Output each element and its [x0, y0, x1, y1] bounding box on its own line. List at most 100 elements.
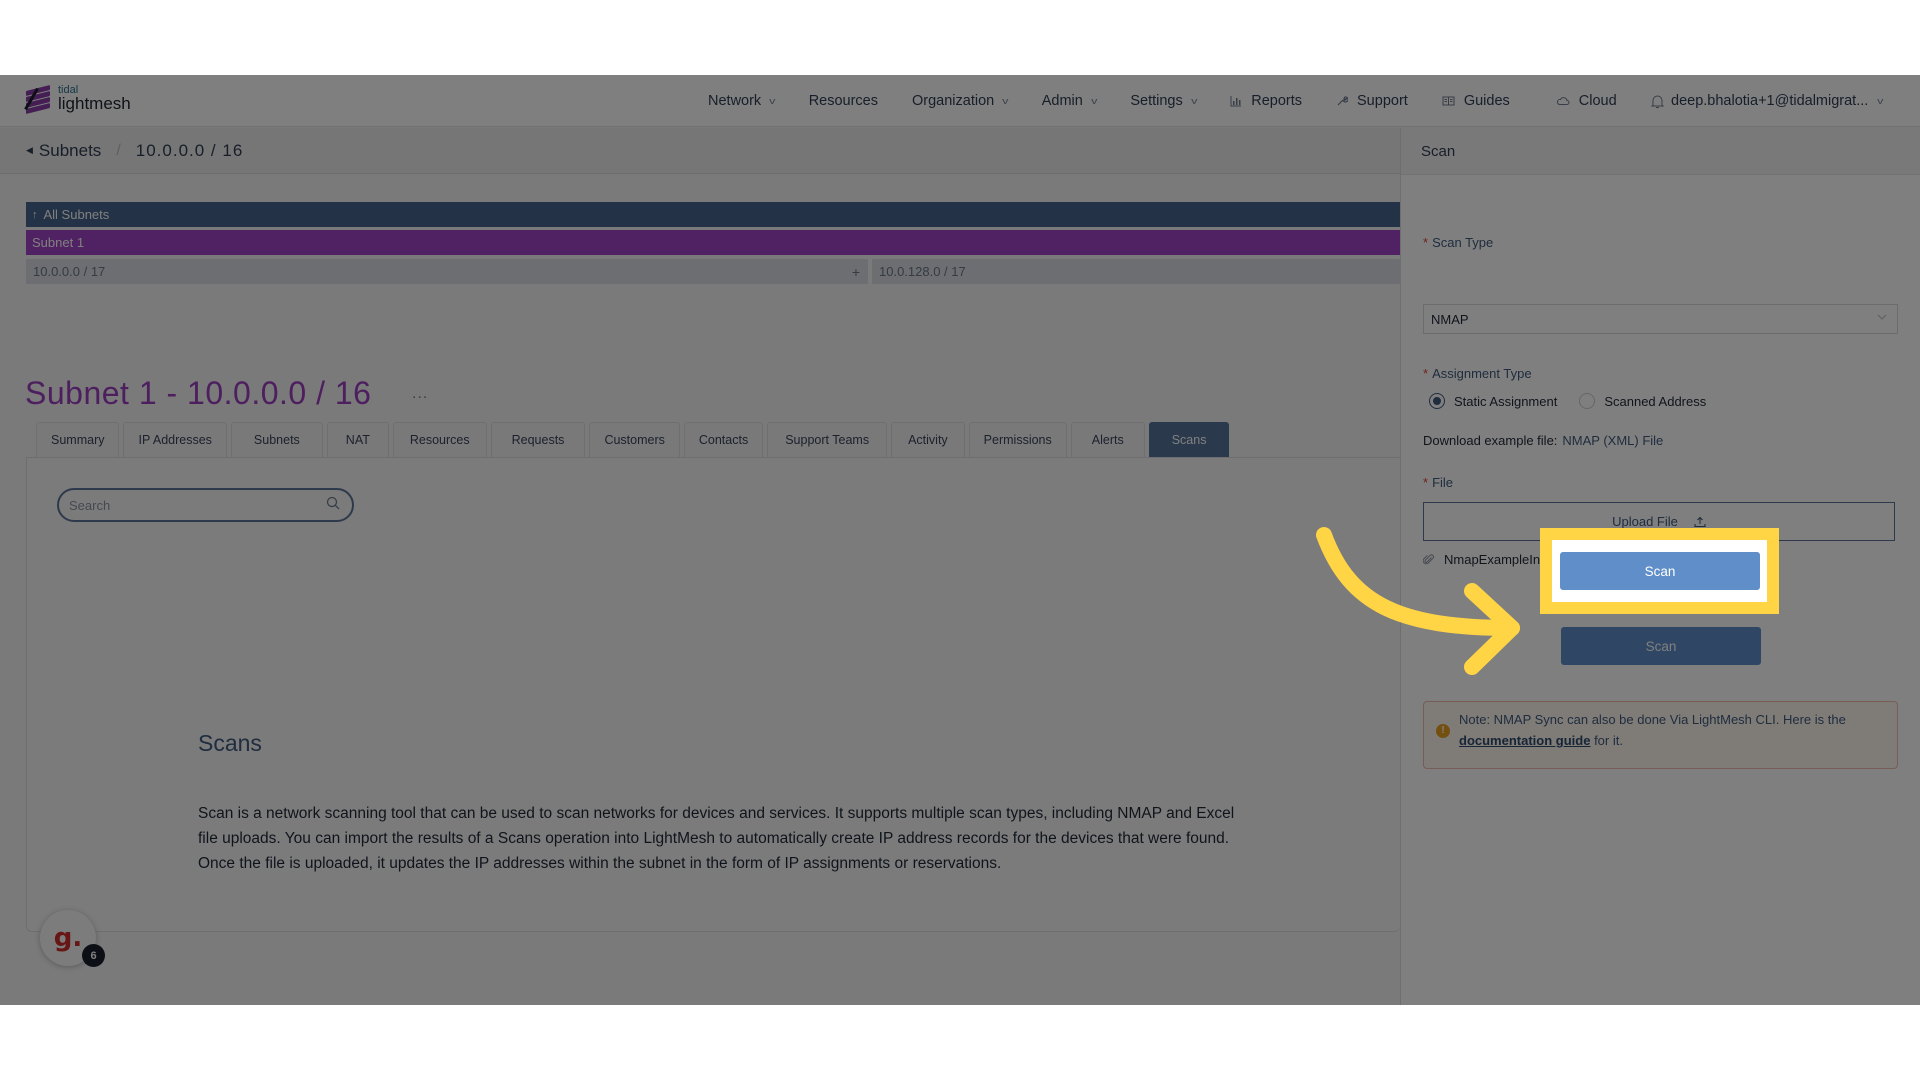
download-example-row: Download example file: NMAP (XML) File	[1423, 433, 1663, 448]
scans-heading: Scans	[198, 730, 262, 756]
nav-menu: Network v Resources Organization v Admin v …	[708, 75, 1698, 127]
bell-icon	[1650, 95, 1664, 108]
tab-customers[interactable]: Customers	[589, 422, 680, 457]
nav-organization-label: Organization	[912, 93, 995, 109]
logo[interactable]: tidal lightmesh	[24, 84, 131, 114]
app-viewport: tidal lightmesh Network v Resources Organ…	[0, 75, 1920, 1005]
caret-left-icon[interactable]: ◀	[26, 145, 33, 156]
file-label: * File	[1423, 475, 1453, 490]
scan-button[interactable]: Scan	[1561, 627, 1761, 665]
logo-text-lightmesh: lightmesh	[58, 94, 131, 113]
assignment-type-label: * Assignment Type	[1423, 366, 1532, 381]
nav-guides[interactable]: Guides	[1442, 93, 1510, 109]
note-suffix: for it.	[1590, 733, 1623, 748]
cli-note-alert: ! Note: NMAP Sync can also be done Via L…	[1423, 701, 1898, 769]
radio-static-assignment-label[interactable]: Static Assignment	[1454, 394, 1557, 409]
tab-resources[interactable]: Resources	[392, 422, 487, 457]
lightmesh-logo-icon	[24, 84, 50, 114]
top-nav: tidal lightmesh Network v Resources Organ…	[0, 75, 1920, 127]
nav-support[interactable]: Support	[1336, 93, 1408, 109]
nav-network-label: Network	[708, 93, 762, 109]
documentation-guide-link[interactable]: documentation guide	[1459, 733, 1590, 748]
all-subnets-bar[interactable]: ↑ All Subnets	[26, 202, 1400, 227]
nav-admin[interactable]: Admin v	[1041, 93, 1098, 109]
scans-card: Scans Scan is a network scanning tool th…	[26, 457, 1400, 932]
download-example-link[interactable]: NMAP (XML) File	[1562, 433, 1663, 448]
highlighted-scan-button[interactable]: Scan	[1560, 552, 1760, 590]
radio-static-assignment[interactable]	[1429, 393, 1445, 409]
tab-subnets[interactable]: Subnets	[230, 422, 323, 457]
tab-scans[interactable]: Scans	[1148, 422, 1230, 457]
scan-panel-title: Scan	[1401, 128, 1920, 175]
scans-description: Scan is a network scanning tool that can…	[198, 805, 1235, 872]
scan-type-select[interactable]: NMAP	[1423, 304, 1898, 334]
scan-type-label: * Scan Type	[1423, 235, 1493, 250]
nav-organization[interactable]: Organization v	[912, 93, 1009, 109]
tab-summary[interactable]: Summary	[36, 422, 120, 457]
breadcrumb: ◀ Subnets / 10.0.0.0 / 16	[0, 128, 1400, 174]
chevron-down-icon: v	[1190, 96, 1198, 106]
radio-scanned-address[interactable]	[1579, 393, 1596, 409]
paperclip-icon	[1423, 553, 1434, 564]
nav-admin-label: Admin	[1041, 93, 1083, 109]
nav-settings-label: Settings	[1130, 93, 1183, 109]
tutorial-highlight-frame: Scan	[1540, 528, 1779, 614]
breadcrumb-separator: /	[116, 141, 121, 159]
tab-contacts[interactable]: Contacts	[683, 422, 764, 457]
warning-icon: !	[1436, 724, 1450, 738]
tab-permissions[interactable]: Permissions	[968, 422, 1067, 457]
nav-guides-label: Guides	[1463, 93, 1510, 109]
arrow-up-icon: ↑	[32, 208, 38, 221]
child-subnet-block[interactable]: 10.0.128.0 / 17	[872, 259, 1400, 284]
breadcrumb-subnets-link[interactable]: Subnets	[39, 141, 101, 161]
nav-cloud[interactable]: Cloud	[1556, 93, 1617, 109]
scan-type-value: NMAP	[1431, 311, 1469, 327]
nav-settings[interactable]: Settings v	[1130, 93, 1198, 109]
tab-nat[interactable]: NAT	[326, 422, 389, 457]
chevron-down-icon: v	[769, 96, 776, 106]
current-subnet-bar[interactable]: Subnet 1	[26, 230, 1400, 255]
nav-resources[interactable]: Resources	[809, 93, 878, 109]
nav-network[interactable]: Network v	[708, 93, 776, 109]
search-box	[57, 488, 354, 522]
more-options-button[interactable]: ...	[412, 385, 428, 403]
search-input[interactable]	[69, 497, 309, 513]
tab-support-teams[interactable]: Support Teams	[767, 422, 888, 457]
tab-requests[interactable]: Requests	[490, 422, 586, 457]
nav-cloud-label: Cloud	[1578, 93, 1617, 109]
tab-ip-addresses[interactable]: IP Addresses	[123, 422, 227, 457]
all-subnets-label: All Subnets	[43, 207, 110, 222]
tutorial-highlight-inner: Scan	[1552, 540, 1767, 602]
user-menu[interactable]: deep.bhalotia+1@tidalmigrat... v	[1671, 75, 1884, 127]
search-icon[interactable]	[326, 496, 340, 510]
note-text: Note: NMAP Sync can also be done Via Lig…	[1459, 712, 1846, 727]
current-subnet-label: Subnet 1	[32, 235, 85, 250]
chevron-down-icon: v	[1002, 96, 1009, 106]
cloud-icon	[1556, 97, 1570, 105]
upload-icon	[1694, 516, 1706, 527]
child-subnet-label: 10.0.0.0 / 17	[33, 264, 106, 279]
required-mark: *	[1423, 235, 1429, 250]
notifications-button[interactable]	[1650, 94, 1664, 109]
tab-alerts[interactable]: Alerts	[1070, 422, 1145, 457]
radio-scanned-address-label[interactable]: Scanned Address	[1604, 394, 1706, 409]
chevron-down-icon: v	[1877, 96, 1884, 106]
bar-chart-icon	[1230, 96, 1242, 107]
nav-support-label: Support	[1357, 93, 1408, 109]
assignment-type-radio-group: Static Assignment Scanned Address	[1429, 393, 1728, 409]
wrench-icon	[1337, 96, 1349, 106]
child-subnet-block[interactable]: 10.0.0.0 / 17 +	[26, 259, 868, 284]
assignment-type-label-text: Assignment Type	[1432, 366, 1532, 381]
download-example-label: Download example file:	[1423, 433, 1558, 448]
notification-count-badge: 6	[82, 944, 105, 967]
breadcrumb-current: 10.0.0.0 / 16	[135, 140, 244, 160]
add-subnet-icon[interactable]: +	[852, 264, 860, 280]
scan-type-label-text: Scan Type	[1432, 235, 1494, 250]
child-subnet-label: 10.0.128.0 / 17	[879, 264, 966, 279]
chevron-down-icon: v	[1090, 96, 1098, 106]
tab-activity[interactable]: Activity	[891, 422, 965, 457]
upload-file-label: Upload File	[1612, 514, 1678, 529]
file-label-text: File	[1432, 475, 1454, 490]
nav-reports[interactable]: Reports	[1230, 93, 1302, 109]
required-mark: *	[1423, 475, 1429, 490]
